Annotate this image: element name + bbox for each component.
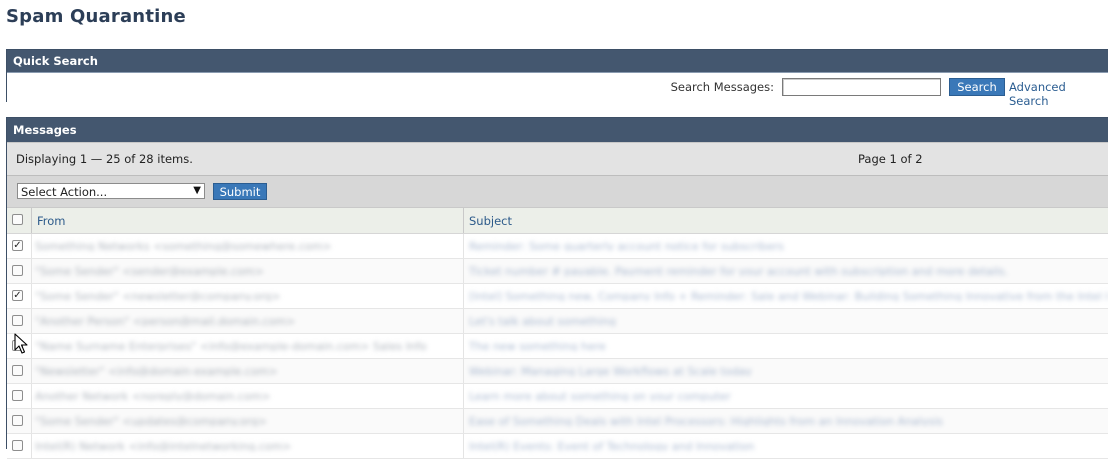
displaying-count: Displaying 1 — 25 of 28 items. (16, 152, 193, 166)
table-row[interactable]: ✓ "Some Sender" <newsletter@company.org> [… (7, 284, 1108, 309)
column-divider (31, 434, 32, 458)
column-divider (463, 334, 464, 358)
cell-from[interactable]: "Some Sender" <sender@example.com> (35, 265, 455, 276)
search-button[interactable]: Search (949, 78, 1005, 96)
search-messages-label: Search Messages: (670, 80, 774, 94)
row-checkbox[interactable]: ✓ (12, 290, 23, 301)
cell-subject[interactable]: Webinar: Managing Large Workflows at Sca… (469, 365, 1108, 376)
table-body: ✓ Something Networks <something@somewhere… (7, 234, 1108, 459)
column-divider (463, 359, 464, 383)
row-checkbox[interactable] (12, 265, 23, 276)
quick-search-panel: Quick Search Search Messages: Search Adv… (6, 49, 1108, 108)
column-divider (31, 334, 32, 358)
select-action-dropdown[interactable]: Select Action... ▼ (17, 183, 205, 199)
table-row[interactable]: "Newsletter" <info@domain-example.com> We… (7, 359, 1108, 384)
table-row[interactable]: ✓ Something Networks <something@somewhere… (7, 234, 1108, 259)
column-divider (31, 234, 32, 258)
column-divider (463, 434, 464, 458)
quick-search-body: Search Messages: Search Advanced Search (7, 72, 1108, 108)
action-bar: Select Action... ▼ Submit (7, 175, 1108, 208)
cell-from[interactable]: Intel(R) Network <info@intelnetworking.c… (35, 440, 455, 451)
select-action-value: Select Action... (21, 185, 108, 199)
cell-from[interactable]: "Newsletter" <info@domain-example.com> (35, 365, 455, 376)
column-divider (31, 309, 32, 333)
table-row[interactable]: "Some Sender" <sender@example.com> Ticket… (7, 259, 1108, 284)
column-header-subject[interactable]: Subject (469, 214, 512, 228)
cell-subject[interactable]: Reminder: Some quarterly account notice … (469, 240, 1108, 251)
row-checkbox[interactable] (12, 390, 23, 401)
cell-from[interactable]: "Another Person" <person@mail.domain.com… (35, 315, 455, 326)
column-divider (463, 208, 464, 233)
column-divider (463, 234, 464, 258)
table-row[interactable]: Another Network <noreply@domain.com> Lear… (7, 384, 1108, 409)
cell-subject[interactable]: [Intel] Something new, Company Info + Re… (469, 290, 1108, 301)
cell-subject[interactable]: Ease of Something Deals with Intel Proce… (469, 415, 1108, 426)
column-divider (463, 309, 464, 333)
submit-button[interactable]: Submit (213, 183, 267, 200)
column-divider (463, 259, 464, 283)
column-header-from[interactable]: From (37, 214, 66, 228)
table-row[interactable]: Intel(R) Network <info@intelnetworking.c… (7, 434, 1108, 459)
row-checkbox[interactable] (12, 315, 23, 326)
messages-panel: Messages Displaying 1 — 25 of 28 items. … (6, 117, 1108, 459)
column-divider (31, 208, 32, 233)
row-checkbox[interactable] (12, 365, 23, 376)
messages-table: From Subject ✓ Something Networks <someth… (7, 207, 1108, 459)
column-divider (463, 284, 464, 308)
mouse-cursor-icon (14, 333, 28, 354)
page-title: Spam Quarantine (6, 6, 186, 27)
row-checkbox[interactable]: ✓ (12, 240, 23, 251)
advanced-search-link[interactable]: Advanced Search (1009, 80, 1108, 108)
select-all-checkbox[interactable] (12, 214, 23, 225)
column-divider (31, 359, 32, 383)
table-header: From Subject (7, 207, 1108, 234)
table-row[interactable]: "Some Sender" <updates@company.org> Ease … (7, 409, 1108, 434)
column-divider (31, 259, 32, 283)
messages-header: Messages (7, 118, 1108, 142)
page-indicator: Page 1 of 2 (858, 152, 923, 166)
cell-from[interactable]: "Some Sender" <updates@company.org> (35, 415, 455, 426)
cell-from[interactable]: Another Network <noreply@domain.com> (35, 390, 455, 401)
search-messages-input[interactable] (782, 78, 941, 96)
cell-subject[interactable]: Intel(R) Events: Event of Technology and… (469, 440, 1108, 451)
dropdown-arrow-icon: ▼ (193, 185, 201, 196)
cell-subject[interactable]: Let's talk about something (469, 315, 1108, 326)
cell-subject[interactable]: Learn more about something on your compu… (469, 390, 1108, 401)
table-row[interactable]: ✓"Name Surname Enterprises" <info@exampl… (7, 334, 1108, 359)
cell-from[interactable]: Something Networks <something@somewhere.… (35, 240, 455, 251)
row-checkbox[interactable] (12, 415, 23, 426)
cell-from[interactable]: "Some Sender" <newsletter@company.org> (35, 290, 455, 301)
column-divider (463, 409, 464, 433)
messages-info-bar: Displaying 1 — 25 of 28 items. Page 1 of… (7, 142, 1108, 175)
quick-search-header: Quick Search (7, 50, 1108, 72)
table-row[interactable]: "Another Person" <person@mail.domain.com… (7, 309, 1108, 334)
cell-subject[interactable]: Ticket number # payable. Payment reminde… (469, 265, 1108, 276)
column-divider (463, 384, 464, 408)
cell-from[interactable]: "Name Surname Enterprises" <info@example… (35, 340, 455, 351)
column-divider (31, 384, 32, 408)
cell-subject[interactable]: The new something here (469, 340, 1108, 351)
row-checkbox[interactable] (12, 440, 23, 451)
column-divider (31, 284, 32, 308)
column-divider (31, 409, 32, 433)
